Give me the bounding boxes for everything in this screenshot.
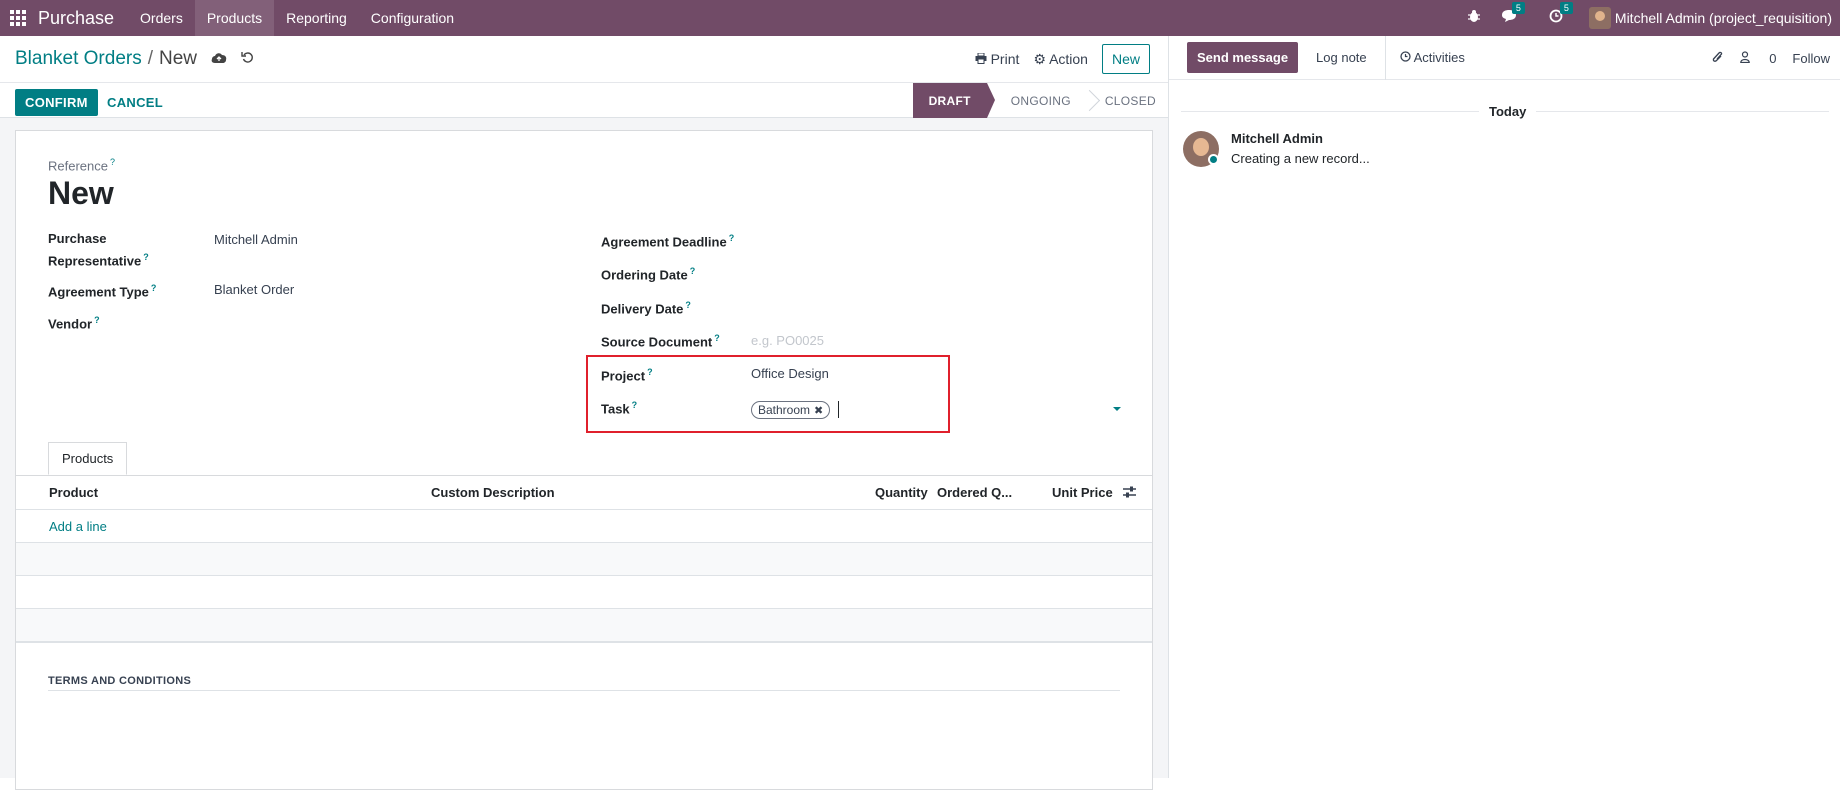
user-name: Mitchell Admin (project_requisition)	[1614, 10, 1832, 26]
online-status-icon	[1208, 154, 1219, 165]
reference-value[interactable]: New	[48, 175, 114, 212]
task-label: Task?	[601, 400, 638, 417]
top-navbar: Purchase Orders Products Reporting Confi…	[0, 0, 1840, 36]
purchase-representative-label: Purchase Representative?	[48, 231, 149, 269]
new-button[interactable]: New	[1101, 44, 1150, 74]
purchase-representative-field[interactable]: Mitchell Admin	[214, 232, 298, 247]
stage-draft[interactable]: DRAFT	[912, 83, 995, 118]
print-button[interactable]: Print	[975, 51, 1020, 67]
menu-orders[interactable]: Orders	[128, 0, 195, 36]
column-custom-description[interactable]: Custom Description	[431, 485, 555, 500]
print-icon	[975, 52, 987, 64]
activities-button[interactable]: Activities	[1386, 50, 1479, 65]
systray: 5 5 Mitchell Admin (project_requisition)	[1457, 0, 1840, 36]
menu-configuration[interactable]: Configuration	[359, 0, 466, 36]
app-menu-icon[interactable]	[0, 0, 36, 36]
table-bottom-border	[16, 641, 1152, 643]
messages-icon[interactable]: 5	[1501, 2, 1525, 27]
project-field[interactable]: Office Design	[751, 366, 829, 381]
print-label: Print	[990, 51, 1020, 67]
breadcrumb-parent[interactable]: Blanket Orders	[15, 48, 142, 70]
task-tag[interactable]: Bathroom ✖	[751, 401, 831, 419]
control-panel-actions: Print ⚙ Action New	[975, 44, 1150, 74]
activities-clock-icon[interactable]: 5	[1549, 2, 1573, 27]
action-button[interactable]: ⚙ Action	[1033, 51, 1088, 68]
table-row	[16, 576, 1152, 609]
table-row	[16, 609, 1152, 642]
breadcrumb-separator: /	[147, 48, 154, 69]
message-author[interactable]: Mitchell Admin	[1231, 131, 1323, 146]
form-sheet: Reference? New Purchase Representative? M…	[15, 130, 1153, 790]
date-separator: Today	[1479, 104, 1537, 119]
agreement-deadline-label: Agreement Deadline?	[601, 233, 735, 250]
bug-icon[interactable]	[1467, 9, 1481, 27]
source-document-label: Source Document?	[601, 333, 720, 350]
log-note-button[interactable]: Log note	[1298, 35, 1386, 80]
agreement-type-label: Agreement Type?	[48, 283, 157, 300]
chatter-topbar: Send message Log note Activities 0 Follo…	[1169, 35, 1840, 80]
delivery-date-label: Delivery Date?	[601, 300, 691, 317]
add-line-link[interactable]: Add a line	[49, 519, 107, 534]
user-menu[interactable]: Mitchell Admin (project_requisition)	[1588, 7, 1840, 29]
discard-undo-icon[interactable]	[241, 51, 254, 67]
vendor-label: Vendor?	[48, 315, 100, 332]
cancel-button[interactable]: CANCEL	[107, 95, 163, 110]
project-label: Project?	[601, 367, 653, 384]
chatter-right-actions: 0 Follow	[1696, 50, 1830, 67]
followers-button[interactable]: 0	[1739, 51, 1777, 66]
stage-ongoing[interactable]: ONGOING	[987, 83, 1095, 118]
column-ordered-quantity[interactable]: Ordered Q...	[937, 485, 1012, 500]
stage-pipeline: DRAFT ONGOING CLOSED	[912, 83, 1168, 118]
follow-button[interactable]: Follow	[1792, 51, 1830, 66]
person-icon	[1739, 51, 1750, 64]
breadcrumb: Blanket Orders / New	[0, 48, 254, 70]
statusbar: CONFIRM CANCEL DRAFT ONGOING CLOSED	[0, 83, 1168, 118]
column-quantity[interactable]: Quantity	[875, 485, 928, 500]
chatter-panel: Send message Log note Activities 0 Follo…	[1168, 35, 1840, 778]
activities-count-badge: 5	[1559, 2, 1573, 14]
terms-heading: TERMS AND CONDITIONS	[48, 675, 192, 687]
activities-label: Activities	[1413, 50, 1465, 65]
control-panel: Blanket Orders / New Print ⚙ Action New	[0, 36, 1168, 83]
stage-closed[interactable]: CLOSED	[1095, 83, 1168, 118]
clock-icon	[1400, 51, 1411, 62]
dropdown-caret-icon[interactable]	[1113, 407, 1121, 411]
messages-count-badge: 5	[1511, 2, 1525, 14]
tab-products[interactable]: Products	[48, 442, 128, 475]
ordering-date-label: Ordering Date?	[601, 266, 696, 283]
column-product[interactable]: Product	[49, 485, 98, 500]
confirm-button[interactable]: CONFIRM	[15, 89, 98, 116]
remove-tag-icon[interactable]: ✖	[814, 404, 823, 417]
menu-reporting[interactable]: Reporting	[274, 0, 359, 36]
source-document-input[interactable]: e.g. PO0025	[751, 333, 824, 348]
user-avatar	[1588, 7, 1611, 29]
message-body: Creating a new record...	[1231, 151, 1370, 166]
optional-columns-icon[interactable]	[1123, 486, 1136, 501]
agreement-type-field[interactable]: Blanket Order	[214, 282, 294, 297]
paperclip-icon[interactable]	[1712, 50, 1724, 67]
table-header: Product Custom Description Quantity Orde…	[16, 476, 1152, 510]
action-label: Action	[1049, 50, 1088, 67]
task-input-cursor[interactable]	[838, 401, 839, 418]
app-name[interactable]: Purchase	[36, 8, 128, 29]
save-cloud-icon[interactable]	[211, 51, 227, 67]
terms-separator	[48, 690, 1120, 691]
table-row: Add a line	[16, 510, 1152, 543]
followers-count: 0	[1769, 51, 1777, 66]
table-row	[16, 543, 1152, 576]
breadcrumb-current: New	[159, 48, 198, 69]
column-unit-price[interactable]: Unit Price	[1052, 485, 1113, 500]
menu-products[interactable]: Products	[194, 0, 275, 36]
reference-label: Reference?	[48, 157, 115, 174]
task-tag-label: Bathroom	[758, 403, 811, 417]
send-message-button[interactable]: Send message	[1187, 42, 1299, 73]
gear-icon: ⚙	[1033, 50, 1046, 67]
